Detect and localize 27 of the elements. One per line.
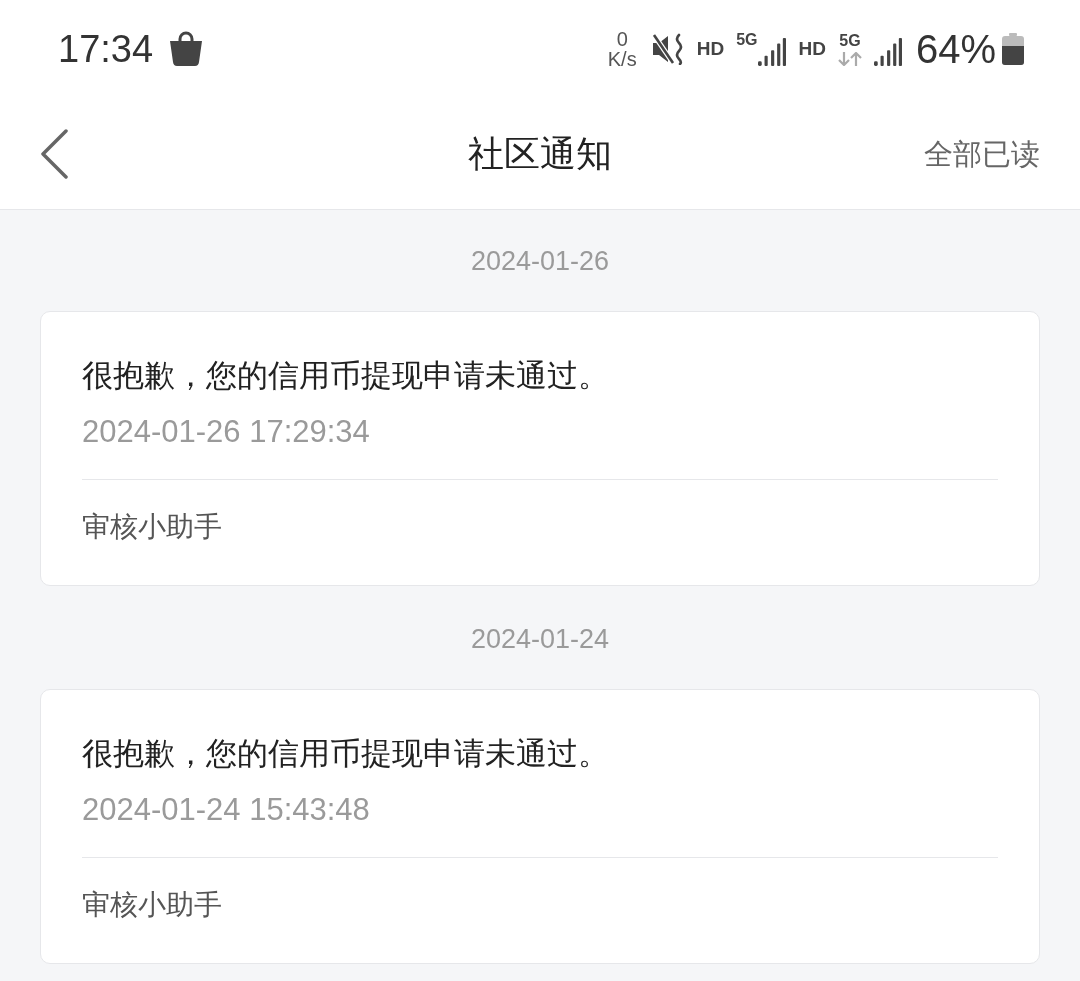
sender-name: 审核小助手: [82, 888, 222, 922]
notification-card[interactable]: 很抱歉，您的信用币提现申请未通过。 2024-01-26 17:29:34 审核小助手: [40, 311, 1040, 586]
hd-label: HD: [798, 38, 826, 60]
signal-icon: [758, 38, 787, 66]
data-arrows-icon: [837, 51, 862, 66]
notification-time: 2024-01-26 17:29:34: [82, 413, 370, 451]
date-label: 2024-01-24: [470, 623, 610, 656]
network-type-label: 5G: [839, 32, 861, 49]
back-chevron-icon: [40, 128, 68, 179]
battery-icon: [1002, 33, 1024, 65]
mark-all-read-button[interactable]: 全部已读: [924, 133, 1040, 174]
network-type-label: 5G: [736, 32, 758, 48]
date-label: 2024-01-26: [470, 245, 610, 278]
clock-time: 17:34: [58, 27, 154, 71]
signal-icon: [873, 38, 902, 66]
notification-card[interactable]: 很抱歉，您的信用币提现申请未通过。 2024-01-24 15:43:48 审核小助手: [40, 689, 1040, 964]
notification-message: 很抱歉，您的信用币提现申请未通过。: [82, 735, 609, 773]
network-speed-value: 0: [616, 29, 628, 49]
notification-message: 很抱歉，您的信用币提现申请未通过。: [82, 357, 609, 395]
notification-time: 2024-01-24 15:43:48: [82, 791, 370, 829]
sender-name: 审核小助手: [82, 510, 222, 544]
muted-vibrate-icon: [650, 33, 685, 65]
network-speed-unit: K/s: [607, 49, 637, 69]
battery-percentage: 64%: [915, 26, 996, 72]
shopping-bag-icon: [169, 31, 204, 67]
page-title: 社区通知: [468, 131, 612, 176]
hd-label: HD: [696, 38, 725, 60]
